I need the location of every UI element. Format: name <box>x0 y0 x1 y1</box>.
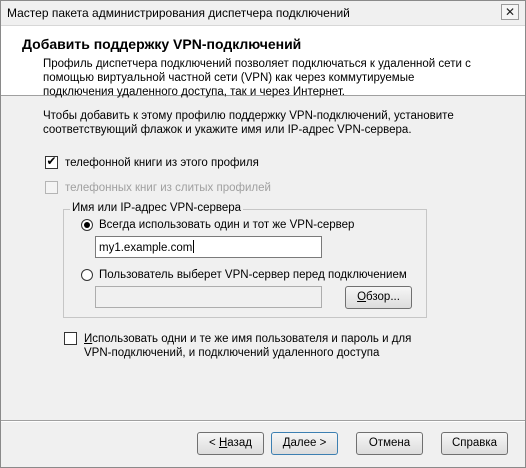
page-title: Добавить поддержку VPN-подключений <box>22 36 302 52</box>
same-credentials-label: Использовать одни и те же имя пользовате… <box>84 332 424 360</box>
text-caret <box>193 240 195 253</box>
user-selects-server-label: Пользователь выберет VPN-сервер перед по… <box>99 269 407 281</box>
phonebook-merged-option: телефонных книг из слитых профилей <box>45 181 271 195</box>
page-description: Профиль диспетчера подключений позволяет… <box>43 58 471 98</box>
always-same-server-label: Всегда использовать один и тот же VPN-се… <box>99 219 355 231</box>
back-button[interactable]: < Назад <box>197 432 264 455</box>
cancel-button[interactable]: Отмена <box>356 432 423 455</box>
wizard-window: Мастер пакета администрирования диспетче… <box>0 0 526 468</box>
user-server-input <box>95 286 322 308</box>
vpn-server-value: my1.example.com <box>99 242 193 254</box>
window-title: Мастер пакета администрирования диспетче… <box>7 6 350 20</box>
title-bar: Мастер пакета администрирования диспетче… <box>1 1 525 26</box>
always-same-server-option[interactable]: Всегда использовать один и тот же VPN-се… <box>81 218 354 232</box>
check-icon: ✔ <box>46 154 57 168</box>
radio-selected-dot <box>84 222 90 228</box>
phonebook-this-profile-checkbox[interactable]: ✔ <box>45 154 58 169</box>
browse-label: бзор... <box>366 291 400 303</box>
user-selects-server-option[interactable]: Пользователь выберет VPN-сервер перед по… <box>81 268 407 282</box>
close-icon: ✕ <box>504 5 516 19</box>
back-label: азад <box>227 437 252 449</box>
same-credentials-option[interactable]: Использовать одни и те же имя пользовате… <box>64 332 424 360</box>
same-credentials-checkbox[interactable] <box>64 332 77 345</box>
phonebook-merged-label: телефонных книг из слитых профилей <box>65 182 271 194</box>
wizard-header: Добавить поддержку VPN-подключений Профи… <box>1 26 525 98</box>
same-credentials-text: спользовать одни и те же имя пользовател… <box>84 333 412 359</box>
phonebook-this-profile-label: телефонной книги из этого профиля <box>65 157 259 169</box>
next-button[interactable]: Далее > <box>271 432 338 455</box>
phonebook-merged-checkbox <box>45 181 58 194</box>
vpn-server-input[interactable]: my1.example.com <box>95 236 322 258</box>
browse-button[interactable]: Обзор... <box>345 286 412 309</box>
user-selects-server-radio[interactable] <box>81 269 93 281</box>
help-button[interactable]: Справка <box>441 432 508 455</box>
browse-accel: О <box>357 291 367 303</box>
phonebook-this-profile-option[interactable]: ✔ телефонной книги из этого профиля <box>45 154 259 170</box>
vpn-server-group: Имя или IP-адрес VPN-сервера Всегда испо… <box>63 202 427 318</box>
footer-separator <box>1 420 525 422</box>
always-same-server-radio[interactable] <box>81 219 93 231</box>
instructions-text: Чтобы добавить к этому профилю поддержку… <box>43 110 454 136</box>
vpn-server-group-title: Имя или IP-адрес VPN-сервера <box>70 202 244 214</box>
next-label: алее > <box>290 437 327 449</box>
back-prefix: < <box>209 437 219 449</box>
close-button[interactable]: ✕ <box>501 4 519 20</box>
